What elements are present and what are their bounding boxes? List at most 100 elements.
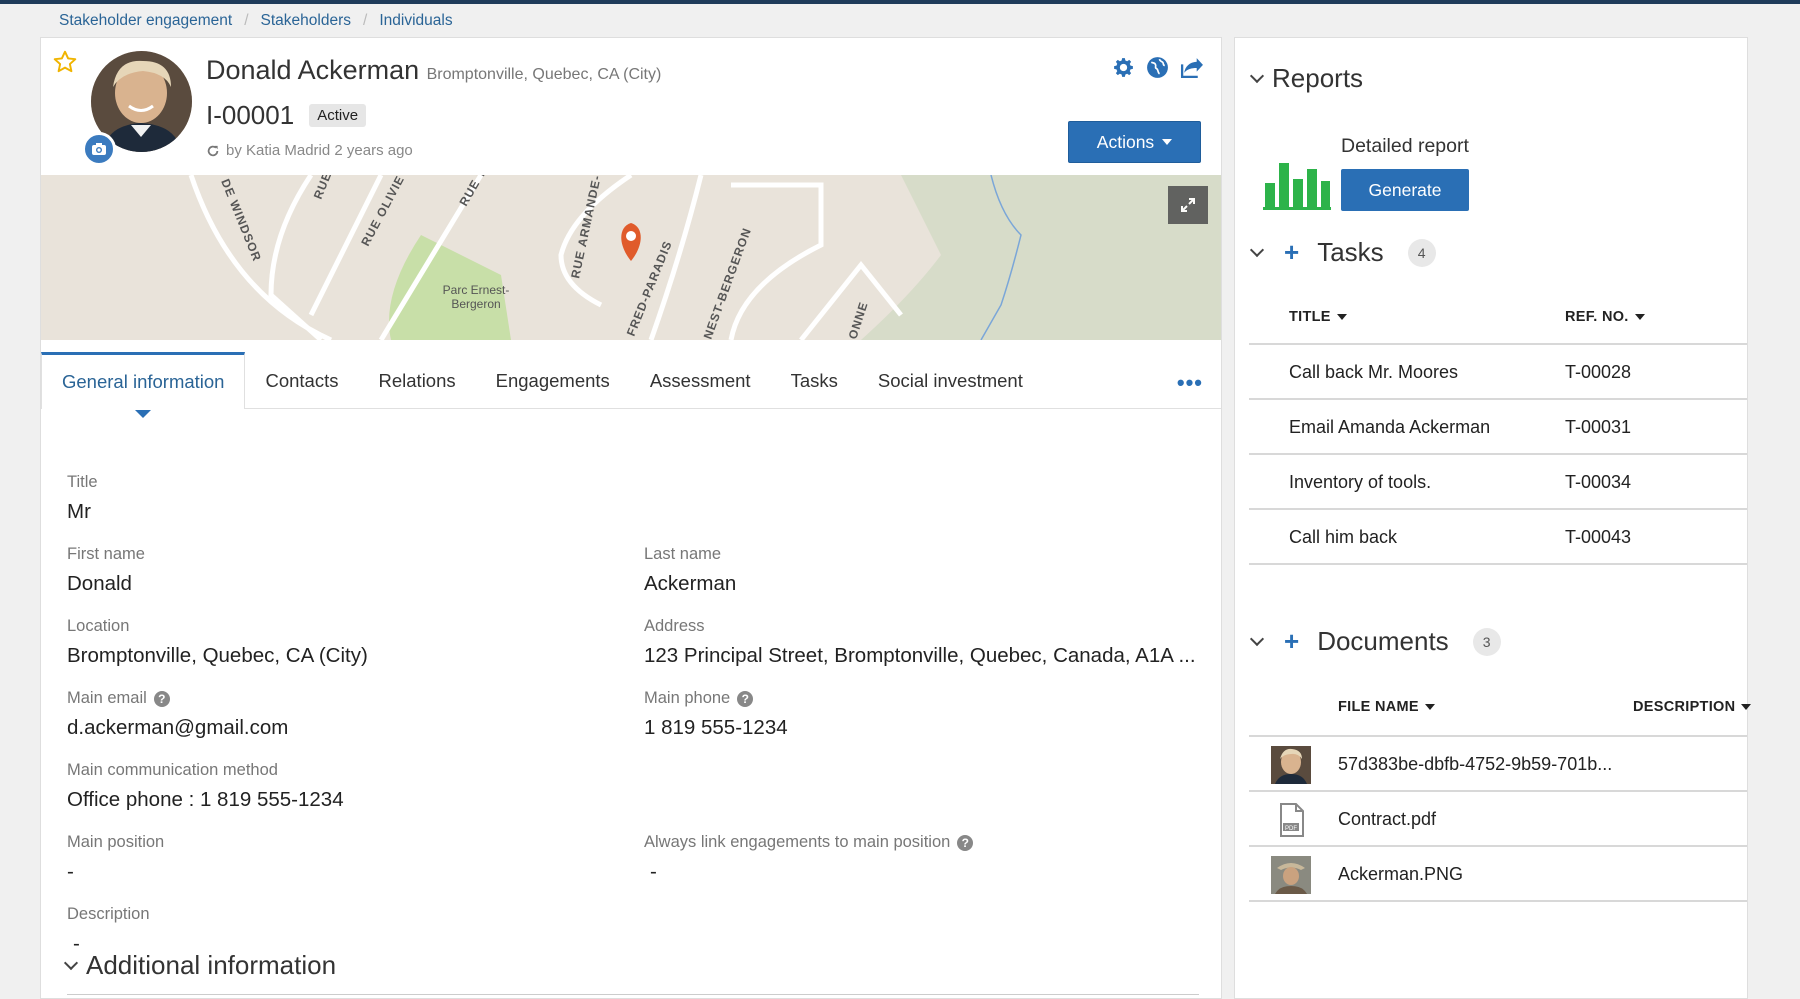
field-value: Bromptonville, Quebec, CA (City): [67, 644, 368, 667]
column-header-label: REF. NO.: [1565, 309, 1629, 325]
svg-text:PDF: PDF: [1285, 826, 1297, 832]
sort-caret-icon: [1336, 314, 1347, 320]
byline-text: by Katia Madrid 2 years ago: [226, 142, 413, 159]
field-value: 123 Principal Street, Bromptonville, Que…: [644, 644, 1196, 667]
actions-dropdown-button[interactable]: Actions: [1068, 121, 1201, 163]
column-header-label: DESCRIPTION: [1633, 699, 1736, 715]
documents-title: Documents: [1317, 626, 1449, 656]
sort-caret-icon: [1424, 704, 1435, 710]
table-row[interactable]: 57d383be-dbfb-4752-9b59-701b...: [1249, 737, 1747, 792]
table-row[interactable]: Call back Mr. Moores T-00028: [1249, 345, 1747, 400]
field-main-communication-method: Main communication method Office phone :…: [67, 761, 607, 812]
favorite-star-icon[interactable]: [52, 49, 78, 75]
breadcrumb-separator: /: [363, 12, 368, 29]
column-header-description[interactable]: DESCRIPTION: [1633, 699, 1752, 715]
table-row[interactable]: Email Amanda Ackerman T-00031: [1249, 400, 1747, 455]
field-value: -: [67, 860, 74, 883]
column-header-label: FILE NAME: [1338, 699, 1419, 715]
photo-thumbnail-icon: [1271, 746, 1311, 784]
side-panel: Reports Detailed report Generate + Tasks…: [1234, 37, 1752, 999]
tab-relations[interactable]: Relations: [359, 353, 476, 408]
last-modified-byline: by Katia Madrid 2 years ago: [206, 142, 413, 159]
field-first-name: First name Donald: [67, 545, 607, 596]
table-row[interactable]: Ackerman.PNG: [1249, 847, 1747, 902]
tab-engagements[interactable]: Engagements: [476, 353, 630, 408]
tasks-count-badge: 4: [1407, 238, 1436, 267]
stakeholder-detail-panel: Donald Ackerman Bromptonville, Quebec, C…: [40, 37, 1222, 999]
table-row[interactable]: Inventory of tools. T-00034: [1249, 455, 1747, 510]
field-title: Title Mr: [67, 473, 607, 524]
table-row[interactable]: Call him back T-00043: [1249, 510, 1747, 565]
chevron-down-icon: [63, 955, 79, 971]
column-header-file-name[interactable]: FILE NAME: [1338, 699, 1435, 715]
add-document-plus-icon[interactable]: +: [1284, 626, 1299, 657]
field-label: Main email?: [67, 689, 607, 708]
task-ref: T-00043: [1565, 527, 1632, 547]
reports-section-toggle[interactable]: Reports: [1249, 63, 1363, 94]
generate-report-button[interactable]: Generate: [1341, 169, 1469, 211]
document-file-name: Ackerman.PNG: [1338, 864, 1464, 884]
field-value: Donald: [67, 572, 132, 595]
documents-count-badge: 3: [1472, 627, 1501, 656]
tab-assessment[interactable]: Assessment: [630, 353, 771, 408]
expand-map-icon[interactable]: [1168, 186, 1208, 224]
table-row[interactable]: PDF Contract.pdf: [1249, 792, 1747, 847]
tab-general-information[interactable]: General information: [41, 352, 246, 418]
field-description: Description -: [67, 905, 607, 956]
breadcrumb-stakeholder-engagement[interactable]: Stakeholder engagement: [59, 12, 232, 30]
document-file-name: 57d383be-dbfb-4752-9b59-701b...: [1338, 754, 1613, 774]
chevron-down-icon: [1249, 68, 1265, 84]
column-header-ref[interactable]: REF. NO.: [1565, 309, 1645, 325]
refresh-icon: [207, 145, 219, 156]
field-label: Always link engagements to main position…: [644, 833, 1184, 852]
breadcrumb-individuals[interactable]: Individuals: [379, 12, 452, 30]
tasks-table-header: TITLE REF. NO.: [1249, 287, 1747, 345]
share-icon[interactable]: [1179, 55, 1204, 80]
field-label: Location: [67, 617, 130, 635]
tab-social-investment[interactable]: Social investment: [858, 353, 1043, 408]
help-icon[interactable]: ?: [957, 834, 974, 851]
globe-icon[interactable]: [1145, 55, 1170, 80]
field-label: Main communication method: [67, 761, 278, 779]
task-title: Call back Mr. Moores: [1289, 362, 1459, 382]
pdf-file-icon: PDF: [1271, 801, 1311, 839]
documents-table: FILE NAME DESCRIPTION 57d383be-dbfb-4752…: [1249, 677, 1752, 902]
chevron-down-icon[interactable]: [1249, 242, 1265, 258]
profile-id-line: I-00001 Active: [206, 100, 367, 131]
additional-information-title: Additional information: [86, 950, 337, 980]
sort-caret-icon: [1741, 704, 1752, 710]
caret-down-icon: [1162, 139, 1173, 145]
task-ref: T-00031: [1565, 417, 1632, 437]
field-always-link-engagements: Always link engagements to main position…: [644, 833, 1184, 884]
sort-caret-icon: [1634, 314, 1645, 320]
tasks-section-header: + Tasks 4: [1249, 237, 1436, 268]
field-address: Address 123 Principal Street, Bromptonvi…: [644, 617, 1199, 668]
actions-label: Actions: [1096, 131, 1155, 152]
additional-information-toggle[interactable]: Additional information: [63, 950, 337, 981]
field-label-text: Always link engagements to main position: [644, 833, 951, 851]
bar-chart-report-icon: [1263, 163, 1331, 210]
profile-name: Donald Ackerman: [206, 55, 420, 85]
change-photo-camera-icon[interactable]: [82, 132, 116, 166]
settings-gear-icon[interactable]: [1111, 55, 1136, 80]
profile-id: I-00001: [206, 100, 295, 130]
location-map[interactable]: DE WINDSOR RUE RUE OLIVIE RUE T RUE ARMA…: [41, 175, 1221, 340]
field-value: 1 819 555-1234: [644, 716, 788, 739]
more-tabs-icon[interactable]: •••: [1177, 370, 1203, 396]
column-header-title[interactable]: TITLE: [1289, 309, 1347, 325]
help-icon[interactable]: ?: [153, 690, 170, 707]
chevron-down-icon[interactable]: [1249, 631, 1265, 647]
task-title: Inventory of tools.: [1289, 472, 1432, 492]
tasks-table: TITLE REF. NO. Call back Mr. Moores T-00…: [1249, 287, 1747, 565]
profile-location: Bromptonville, Quebec, CA (City): [426, 66, 662, 83]
tab-tasks[interactable]: Tasks: [771, 353, 858, 408]
task-title: Email Amanda Ackerman: [1289, 417, 1491, 437]
field-main-position: Main position -: [67, 833, 607, 884]
add-task-plus-icon[interactable]: +: [1284, 237, 1299, 268]
field-label: Last name: [644, 545, 722, 563]
field-value: -: [650, 860, 657, 883]
field-value: Office phone : 1 819 555-1234: [67, 788, 344, 811]
breadcrumb-stakeholders[interactable]: Stakeholders: [261, 12, 351, 30]
help-icon[interactable]: ?: [737, 690, 754, 707]
tab-contacts[interactable]: Contacts: [245, 353, 358, 408]
